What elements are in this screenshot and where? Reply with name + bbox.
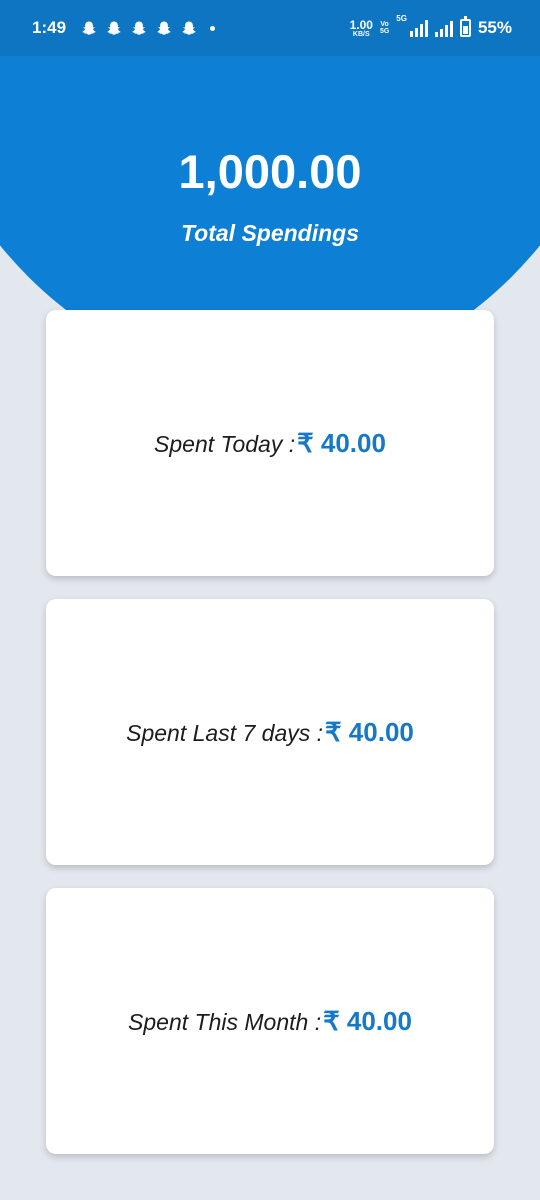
- spent-last-7-days-label: Spent Last 7 days :: [126, 719, 324, 746]
- network-type: 5G: [396, 14, 407, 23]
- snapchat-icon: [82, 21, 96, 35]
- total-spendings-label: Total Spendings: [180, 220, 360, 246]
- spent-today-label: Spent Today :: [154, 430, 296, 457]
- spent-today-card[interactable]: Spent Today : ₹ 40.00: [46, 310, 494, 576]
- snapchat-icon: [107, 21, 121, 35]
- network-speed-value: 1.00: [349, 17, 373, 32]
- spent-today-value: ₹ 40.00: [297, 427, 386, 458]
- status-time: 1:49: [32, 18, 67, 37]
- network-speed: 1.00 KB/S: [350, 19, 373, 38]
- snapchat-icon: [182, 21, 196, 35]
- volte-indicator: Vo 5G: [380, 21, 389, 35]
- volte-bottom: 5G: [379, 28, 390, 35]
- battery-percent: 55%: [477, 18, 512, 37]
- spent-this-month-card[interactable]: Spent This Month : ₹ 40.00: [46, 888, 494, 1154]
- network-speed-unit: KB/S: [352, 30, 370, 38]
- snapchat-icon: [157, 21, 171, 35]
- spent-this-month-label: Spent This Month :: [128, 1008, 322, 1035]
- spent-today-text: Spent Today : ₹ 40.00: [154, 428, 386, 459]
- status-right: 1.00 KB/S Vo 5G 5G 55%: [350, 14, 512, 38]
- volte-top: Vo: [380, 21, 389, 28]
- spent-last-7-days-card[interactable]: Spent Last 7 days : ₹ 40.00: [46, 599, 494, 865]
- spent-last-7-days-value: ₹ 40.00: [325, 716, 414, 747]
- more-notifications-dot-icon: [210, 25, 216, 31]
- total-spendings-amount: 1,000.00: [178, 145, 362, 198]
- spent-this-month-value: ₹ 40.00: [323, 1005, 412, 1036]
- signal-strength-icon: [409, 19, 428, 37]
- spent-last-7-days-text: Spent Last 7 days : ₹ 40.00: [126, 717, 414, 748]
- status-left: 1:49: [32, 18, 216, 38]
- spending-screen: 1:49 1.00 KB/S Vo 5G 5G 55% 1,000.00 Tot…: [0, 0, 540, 1200]
- battery-icon: [459, 16, 471, 37]
- spent-this-month-text: Spent This Month : ₹ 40.00: [128, 1006, 412, 1037]
- status-bar: 1:49 1.00 KB/S Vo 5G 5G 55%: [0, 0, 540, 56]
- snapchat-icon: [132, 21, 146, 35]
- signal-strength-icon: [434, 20, 453, 37]
